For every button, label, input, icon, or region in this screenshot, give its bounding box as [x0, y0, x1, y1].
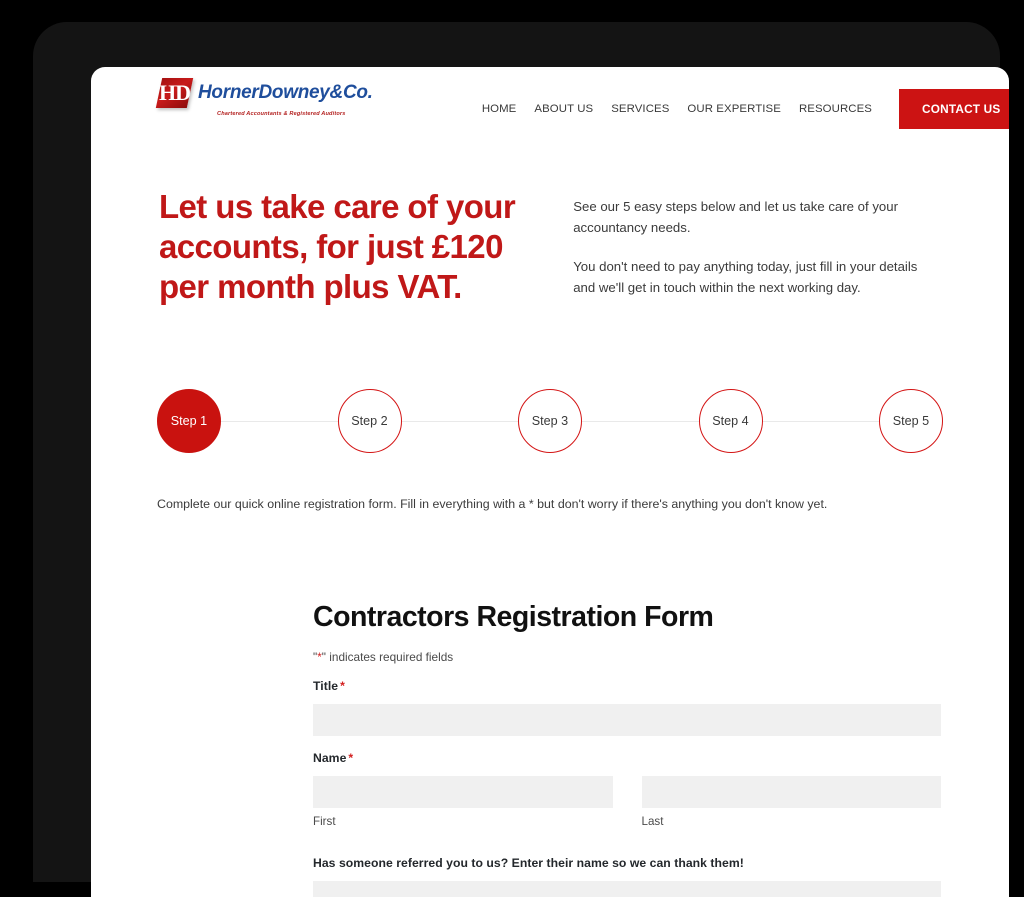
field-block-title: Title *	[313, 677, 941, 737]
label-title-required-asterisk: *	[340, 679, 345, 694]
brand-logo[interactable]: HD HornerDowney&Co. Chartered Accountant…	[155, 77, 373, 125]
required-fields-note: "*" indicates required fields	[313, 650, 941, 664]
required-note-suffix: " indicates required fields	[321, 650, 454, 665]
step-indicator-2[interactable]: Step 2	[337, 388, 402, 453]
step-indicator-4[interactable]: Step 4	[698, 388, 763, 453]
label-title-text: Title	[313, 679, 339, 694]
nav-item-home[interactable]: HOME	[482, 103, 517, 115]
label-referral: Has someone referred you to us? Enter th…	[313, 856, 744, 871]
hero-paragraph-2: You don't need to pay anything today, ju…	[573, 258, 918, 296]
hero-section: Let us take care of your accounts, for j…	[91, 187, 1009, 307]
form-title: Contractors Registration Form	[313, 601, 714, 634]
label-title: Title *	[313, 679, 345, 693]
registration-form-section: Contractors Registration Form "*" indica…	[91, 601, 1009, 897]
site-header: HD HornerDowney&Co. Chartered Accountant…	[91, 67, 1009, 142]
steps-section: Step 1 Step 2 Step 3 Step 4 Step 5	[91, 385, 1009, 457]
sub-label-first: First	[313, 815, 336, 829]
nav-item-resources[interactable]: RESOURCES	[799, 103, 872, 115]
input-referral[interactable]	[313, 881, 941, 897]
label-name: Name *	[313, 751, 353, 765]
logo-row: HD HornerDowney&Co.	[155, 77, 373, 109]
steps-track: Step 1 Step 2 Step 3 Step 4 Step 5	[157, 385, 943, 457]
label-name-text: Name	[313, 751, 347, 766]
main-navigation: HOME ABOUT US SERVICES OUR EXPERTISE RES…	[482, 89, 1009, 129]
logo-mark-text: HD	[159, 80, 190, 105]
sub-label-last: Last	[641, 815, 664, 829]
step-indicator-1[interactable]: Step 1	[157, 388, 221, 453]
hd-monogram-icon: HD	[155, 78, 194, 108]
label-name-required-asterisk: *	[348, 751, 354, 766]
nav-item-about-us[interactable]: ABOUT US	[534, 103, 593, 115]
hero-copy: See our 5 easy steps below and let us ta…	[573, 187, 941, 307]
nav-item-services[interactable]: SERVICES	[611, 103, 669, 115]
input-title[interactable]	[313, 704, 941, 737]
hero-paragraph-1: See our 5 easy steps below and let us ta…	[573, 199, 898, 236]
name-col-last: Last	[641, 767, 941, 829]
contact-us-button[interactable]: CONTACT US	[899, 89, 1009, 129]
field-block-name: Name * First Last	[313, 749, 941, 828]
browser-viewport: HD HornerDowney&Co. Chartered Accountant…	[91, 67, 1009, 897]
device-frame: HD HornerDowney&Co. Chartered Accountant…	[33, 22, 1009, 897]
nav-item-our-expertise[interactable]: OUR EXPERTISE	[687, 103, 781, 115]
step-indicator-3[interactable]: Step 3	[518, 388, 582, 453]
brand-tagline: Chartered Accountants & Registered Audit…	[217, 111, 346, 117]
input-first-name[interactable]	[313, 776, 613, 809]
registration-intro-text: Complete our quick online registration f…	[157, 496, 828, 511]
input-last-name[interactable]	[641, 776, 941, 809]
step-indicator-5[interactable]: Step 5	[879, 388, 943, 453]
name-col-first: First	[313, 767, 613, 828]
name-row: First Last	[313, 767, 941, 828]
brand-name: HornerDowney&Co.	[198, 82, 373, 103]
hero-headline: Let us take care of your accounts, for j…	[159, 188, 516, 305]
field-block-referral: Has someone referred you to us? Enter th…	[313, 854, 941, 897]
